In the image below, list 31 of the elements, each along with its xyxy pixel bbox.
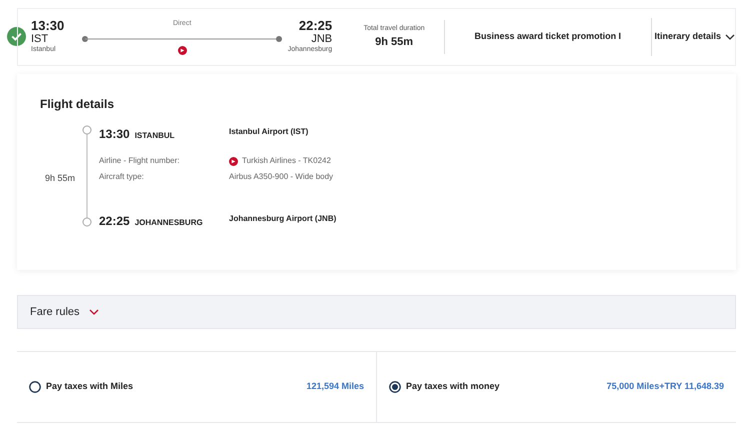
departure-airport: Istanbul Airport (IST): [229, 126, 308, 138]
fare-name: Business award ticket promotion I: [474, 30, 622, 44]
payment-option[interactable]: Pay taxes with money 75,000 Miles+TRY 11,648.39: [376, 352, 736, 422]
section-title: Flight details: [40, 96, 114, 113]
departure-time: 13:30: [99, 126, 130, 143]
arrival-time: 22:25: [298, 19, 332, 33]
arrival-time: 22:25: [99, 213, 130, 230]
total-duration: 9h 55m: [375, 35, 414, 50]
arrival-code: JNB: [311, 33, 332, 45]
payment-label: Pay taxes with Miles: [46, 380, 134, 394]
info-label: Airline - Flight number:: [99, 155, 180, 167]
info-value: Turkish Airlines - TK0242: [242, 155, 331, 167]
payment-label: Pay taxes with money: [406, 380, 500, 394]
info-label: Aircraft type:: [99, 171, 145, 183]
departure-city: ISTANBUL: [134, 130, 175, 142]
radio-button[interactable]: [29, 381, 41, 393]
info-value: Airbus A350-900 - Wide body: [229, 171, 334, 183]
segment-duration: 9h 55m: [45, 172, 76, 185]
radio-button[interactable]: [389, 381, 401, 393]
itinerary-details-toggle[interactable]: Itinerary details: [654, 30, 735, 44]
arrival-airport: Johannesburg Airport (JNB): [229, 213, 336, 225]
departure-code: IST: [31, 33, 50, 45]
payment-option[interactable]: Pay taxes with Miles 121,594 Miles: [17, 352, 376, 422]
payment-price: 121,594 Miles: [306, 380, 364, 394]
departure-time: 13:30: [31, 19, 66, 33]
airline-logo-icon: [229, 156, 238, 166]
arrival-city: JOHANNESBURG: [134, 217, 203, 229]
airline-logo-icon: [178, 46, 187, 55]
chevron-down-icon: [725, 34, 735, 40]
fare-rules-toggle[interactable]: Fare rules: [17, 295, 736, 329]
payment-price: 75,000 Miles+TRY 11,648.39: [606, 380, 724, 394]
